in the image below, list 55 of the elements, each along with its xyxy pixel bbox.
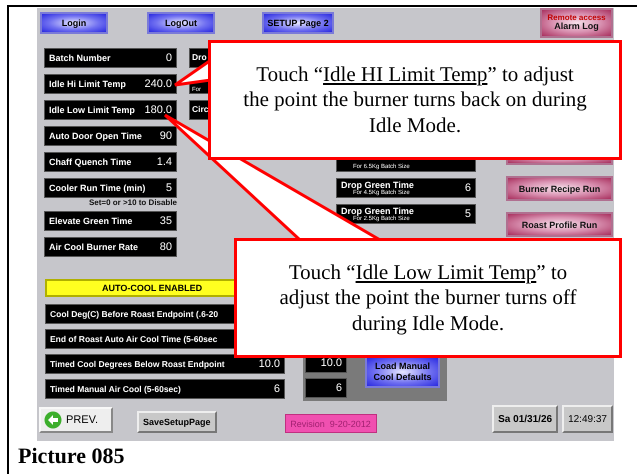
setting-field[interactable]: Cooler Run Time (min) 5 <box>44 178 177 198</box>
cool-setting-field[interactable]: Timed Manual Air Cool (5-60sec) 6 <box>45 379 285 399</box>
setting-label: Elevate Green Time <box>49 216 132 226</box>
prev-button[interactable]: PREV. <box>39 407 113 433</box>
drop-time-label: Drop Green Time <box>341 180 414 190</box>
setting-label: Chaff Quench Time <box>49 157 132 167</box>
menu-button[interactable]: Roast Profile Run <box>506 212 613 237</box>
setting-label: Idle Hi Limit Temp <box>49 79 126 89</box>
menu-button[interactable]: Burner Recipe Run <box>506 176 613 201</box>
nav-button[interactable]: SETUP Page 2 <box>262 12 334 34</box>
cool-setting-value: 10.0 <box>258 358 280 370</box>
setting-value: 180.0 <box>144 104 172 116</box>
setting-label: Air Cool Burner Rate <box>49 242 138 252</box>
nav-button[interactable]: LogOut <box>147 12 215 34</box>
time-display: 12:49:37 <box>562 405 613 433</box>
setting-field[interactable]: Auto Door Open Time 90 <box>44 126 177 146</box>
load-defaults-button[interactable]: Load Manual Cool Defaults <box>365 356 440 388</box>
alarm-log-button[interactable]: Remote access Alarm Log <box>540 8 613 38</box>
setting-field[interactable]: Idle Hi Limit Temp 240.0 <box>44 74 177 94</box>
setting-value: 0 <box>166 52 172 64</box>
drop-time-value: 6 <box>464 182 471 194</box>
setting-label: Circ <box>192 104 209 114</box>
cool-setting-value: 6 <box>274 383 280 395</box>
setting-label: Cooler Run Time (min) <box>49 183 146 193</box>
setting-field[interactable]: Air Cool Burner Rate 80 <box>44 237 177 257</box>
drop-time-label: Drop Green Time <box>341 206 414 216</box>
cool-setting-field[interactable]: Timed Cool Degrees Below Roast Endpoint 10.0 <box>45 354 285 374</box>
setting-field[interactable]: Batch Number 0 <box>44 48 177 68</box>
setting-value: 5 <box>166 182 172 194</box>
callout-text: Touch “Idle HI Limit Temp” to adjust the point the burner turns back on during Idle Mode. <box>242 62 588 138</box>
cool-setting-label: Timed Manual Air Cool (5-60sec) <box>50 384 181 394</box>
setting-label: Dro <box>192 52 207 62</box>
manual-cool-value[interactable]: 6 <box>305 378 347 398</box>
setting-value: 80 <box>160 241 172 253</box>
revision-label: Revision 9-20-2012 <box>284 414 377 433</box>
cool-setting-label: Cool Deg(C) Before Roast Endpoint (.6-20 <box>50 309 218 319</box>
setting-field[interactable]: Elevate Green Time 35 <box>44 211 177 231</box>
setting-field[interactable]: Chaff Quench Time 1.4 <box>44 152 177 172</box>
setting-label: Idle Low Limit Temp <box>49 105 135 115</box>
nav-button[interactable]: Login <box>40 12 108 34</box>
setting-value: 35 <box>160 215 172 227</box>
setting-label: Batch Number <box>49 53 111 63</box>
cool-setting-label: End of Roast Auto Air Cool Time (5-60sec <box>50 334 218 344</box>
save-setup-button[interactable]: SaveSetupPage <box>137 411 217 433</box>
drop-time-value: 5 <box>464 208 471 220</box>
setting-field[interactable]: Idle Low Limit Temp 180.0 <box>44 100 177 120</box>
setting-label: Auto Door Open Time <box>49 131 142 141</box>
picture-caption: Picture 085 <box>18 443 125 469</box>
setting-note: Set=0 or >10 to Disable <box>88 198 177 207</box>
setting-value: 1.4 <box>156 156 172 168</box>
remote-access-label: Remote access <box>547 14 606 22</box>
setting-value: 90 <box>160 130 172 142</box>
cool-setting-label: Timed Cool Degrees Below Roast Endpoint <box>50 359 225 369</box>
setting-value: 240.0 <box>144 78 172 90</box>
date-display: Sa 01/31/26 <box>492 405 558 433</box>
